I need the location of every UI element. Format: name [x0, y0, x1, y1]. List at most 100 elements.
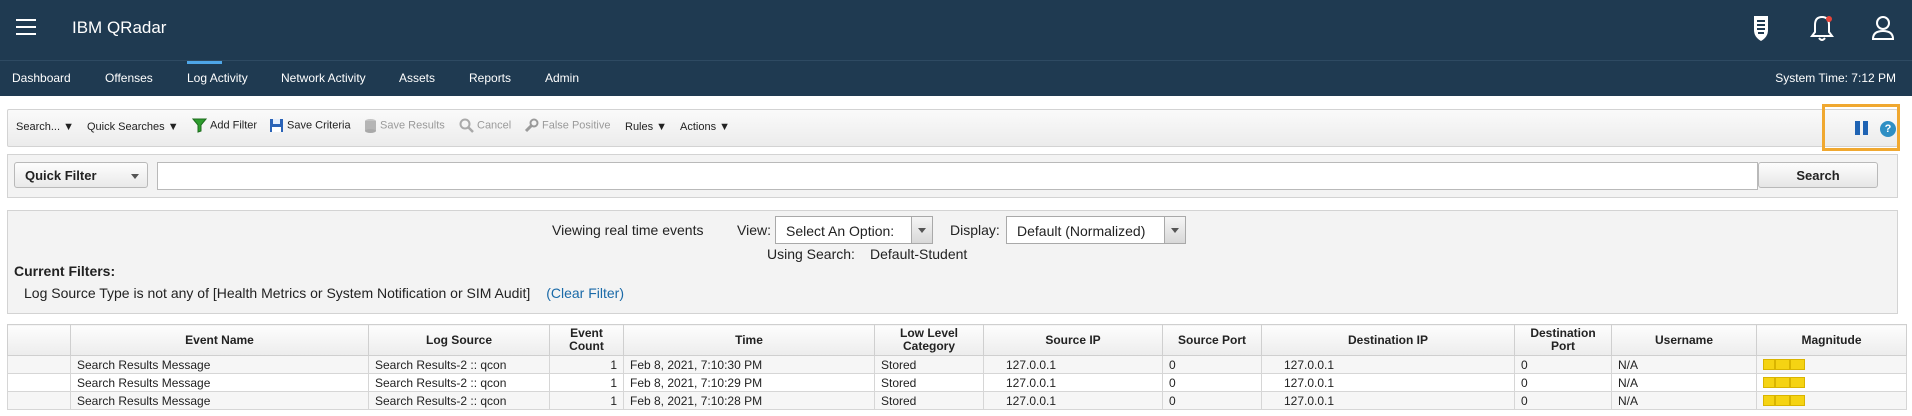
save-results-label: Save Results: [380, 119, 445, 132]
column-header-magnitude[interactable]: Magnitude: [1756, 324, 1907, 356]
nav-offenses[interactable]: Offenses: [105, 71, 153, 85]
pause-icon[interactable]: [1855, 121, 1869, 135]
event-count-header-line2: Count: [569, 339, 604, 353]
column-header-event-count[interactable]: Event Count: [549, 324, 624, 356]
quick-filter-input[interactable]: [157, 162, 1758, 190]
time-cell: Feb 8, 2021, 7:10:30 PM: [623, 355, 875, 374]
llc-header-line1: Low Level: [899, 326, 958, 340]
save-criteria-button[interactable]: Save Criteria: [269, 118, 351, 133]
actions-button[interactable]: Actions ▼: [680, 121, 730, 133]
bell-icon[interactable]: [1806, 12, 1838, 44]
table-row[interactable]: Search Results Message Search Results-2 …: [7, 373, 1907, 392]
help-icon[interactable]: ?: [1880, 121, 1896, 137]
username-cell: N/A: [1611, 391, 1757, 410]
column-header-source-ip[interactable]: Source IP: [983, 324, 1163, 356]
magnitude-cell: [1756, 355, 1907, 374]
clear-filter-link[interactable]: (Clear Filter): [546, 285, 624, 301]
column-header-low-level-category[interactable]: Low Level Category: [874, 324, 984, 356]
time-cell: Feb 8, 2021, 7:10:28 PM: [623, 391, 875, 410]
events-table: Event Name Log Source Event Count Time Lo…: [7, 324, 1907, 410]
source-ip-cell: 127.0.0.1: [983, 373, 1163, 392]
view-label: View:: [737, 222, 771, 238]
current-filters-label: Current Filters:: [14, 263, 116, 279]
user-icon[interactable]: [1867, 12, 1899, 44]
quick-filter-panel: Quick Filter Search: [7, 154, 1898, 198]
event-count-cell: 1: [549, 391, 624, 410]
nav-network-activity[interactable]: Network Activity: [281, 71, 366, 85]
event-name-cell: Search Results Message: [70, 391, 369, 410]
log-source-cell: Search Results-2 :: qcon: [368, 391, 550, 410]
destination-ip-cell: 127.0.0.1: [1261, 391, 1515, 410]
save-results-button[interactable]: Save Results: [364, 118, 445, 133]
nav-dashboard[interactable]: Dashboard: [12, 71, 71, 85]
shield-icon[interactable]: [1745, 12, 1777, 44]
event-count-cell: 1: [549, 355, 624, 374]
event-name-cell: Search Results Message: [70, 373, 369, 392]
magnitude-cell: [1756, 373, 1907, 392]
magnitude-cell: [1756, 391, 1907, 410]
false-positive-label: False Positive: [542, 119, 611, 132]
destination-ip-cell: 127.0.0.1: [1261, 373, 1515, 392]
display-select[interactable]: Default (Normalized): [1006, 216, 1186, 244]
row-select-cell[interactable]: [7, 355, 71, 374]
log-source-cell: Search Results-2 :: qcon: [368, 373, 550, 392]
destination-ip-cell: 127.0.0.1: [1261, 355, 1515, 374]
llc-header-line2: Category: [902, 339, 955, 353]
search-menu-button[interactable]: Search... ▼: [16, 121, 74, 133]
quick-searches-button[interactable]: Quick Searches ▼: [87, 121, 179, 133]
nav-log-activity[interactable]: Log Activity: [187, 71, 248, 85]
column-header-time[interactable]: Time: [623, 324, 875, 356]
column-header-username[interactable]: Username: [1611, 324, 1757, 356]
row-select-cell[interactable]: [7, 373, 71, 392]
nav-admin[interactable]: Admin: [545, 71, 579, 85]
rules-label: Rules: [625, 121, 654, 133]
column-header-event-name[interactable]: Event Name: [70, 324, 369, 356]
nav-reports[interactable]: Reports: [469, 71, 511, 85]
dest-port-header-line2: Port: [1551, 339, 1575, 353]
database-icon: [365, 119, 376, 133]
system-time: System Time: 7:12 PM: [1775, 71, 1896, 85]
search-info-panel: Viewing real time events View: Select An…: [7, 210, 1898, 314]
view-select[interactable]: Select An Option:: [775, 216, 933, 244]
actions-label: Actions: [680, 121, 717, 133]
top-header: IBM QRadar: [0, 0, 1912, 60]
quick-filter-select[interactable]: Quick Filter: [14, 162, 148, 188]
row-select-cell[interactable]: [7, 391, 71, 410]
add-filter-label: Add Filter: [210, 119, 258, 132]
cancel-icon: [459, 118, 474, 133]
wrench-icon: [524, 118, 539, 133]
rules-button[interactable]: Rules ▼: [625, 121, 667, 133]
table-row[interactable]: Search Results Message Search Results-2 …: [7, 355, 1907, 374]
save-criteria-label: Save Criteria: [287, 119, 351, 132]
event-count-cell: 1: [549, 373, 624, 392]
search-button[interactable]: Search: [1758, 162, 1878, 188]
false-positive-button[interactable]: False Positive: [524, 118, 610, 133]
log-source-cell: Search Results-2 :: qcon: [368, 355, 550, 374]
magnitude-bar: [1763, 358, 1805, 370]
display-label: Display:: [950, 222, 1000, 238]
username-cell: N/A: [1611, 355, 1757, 374]
column-header-log-source[interactable]: Log Source: [368, 324, 550, 356]
nav-assets[interactable]: Assets: [399, 71, 435, 85]
add-filter-button[interactable]: Add Filter: [192, 118, 257, 133]
quick-filter-select-label: Quick Filter: [25, 168, 97, 183]
cancel-label: Cancel: [477, 119, 512, 132]
app-title: IBM QRadar: [72, 18, 167, 37]
cancel-button[interactable]: Cancel: [459, 118, 511, 133]
column-header-source-port[interactable]: Source Port: [1162, 324, 1262, 356]
notification-badge: [1826, 16, 1832, 22]
column-header-destination-ip[interactable]: Destination IP: [1261, 324, 1515, 356]
category-cell: Stored: [874, 391, 984, 410]
quick-searches-label: Quick Searches: [87, 121, 165, 133]
table-row[interactable]: Search Results Message Search Results-2 …: [7, 391, 1907, 410]
event-name-cell: Search Results Message: [70, 355, 369, 374]
main-nav: Dashboard Offenses Log Activity Network …: [0, 60, 1912, 96]
destination-port-cell: 0: [1514, 355, 1612, 374]
menu-icon[interactable]: [16, 19, 36, 35]
column-header-select[interactable]: [7, 324, 71, 356]
magnitude-bar: [1763, 376, 1805, 388]
table-header-row: Event Name Log Source Event Count Time Lo…: [7, 324, 1907, 356]
time-cell: Feb 8, 2021, 7:10:29 PM: [623, 373, 875, 392]
magnitude-bar: [1763, 394, 1805, 406]
column-header-destination-port[interactable]: Destination Port: [1514, 324, 1612, 356]
